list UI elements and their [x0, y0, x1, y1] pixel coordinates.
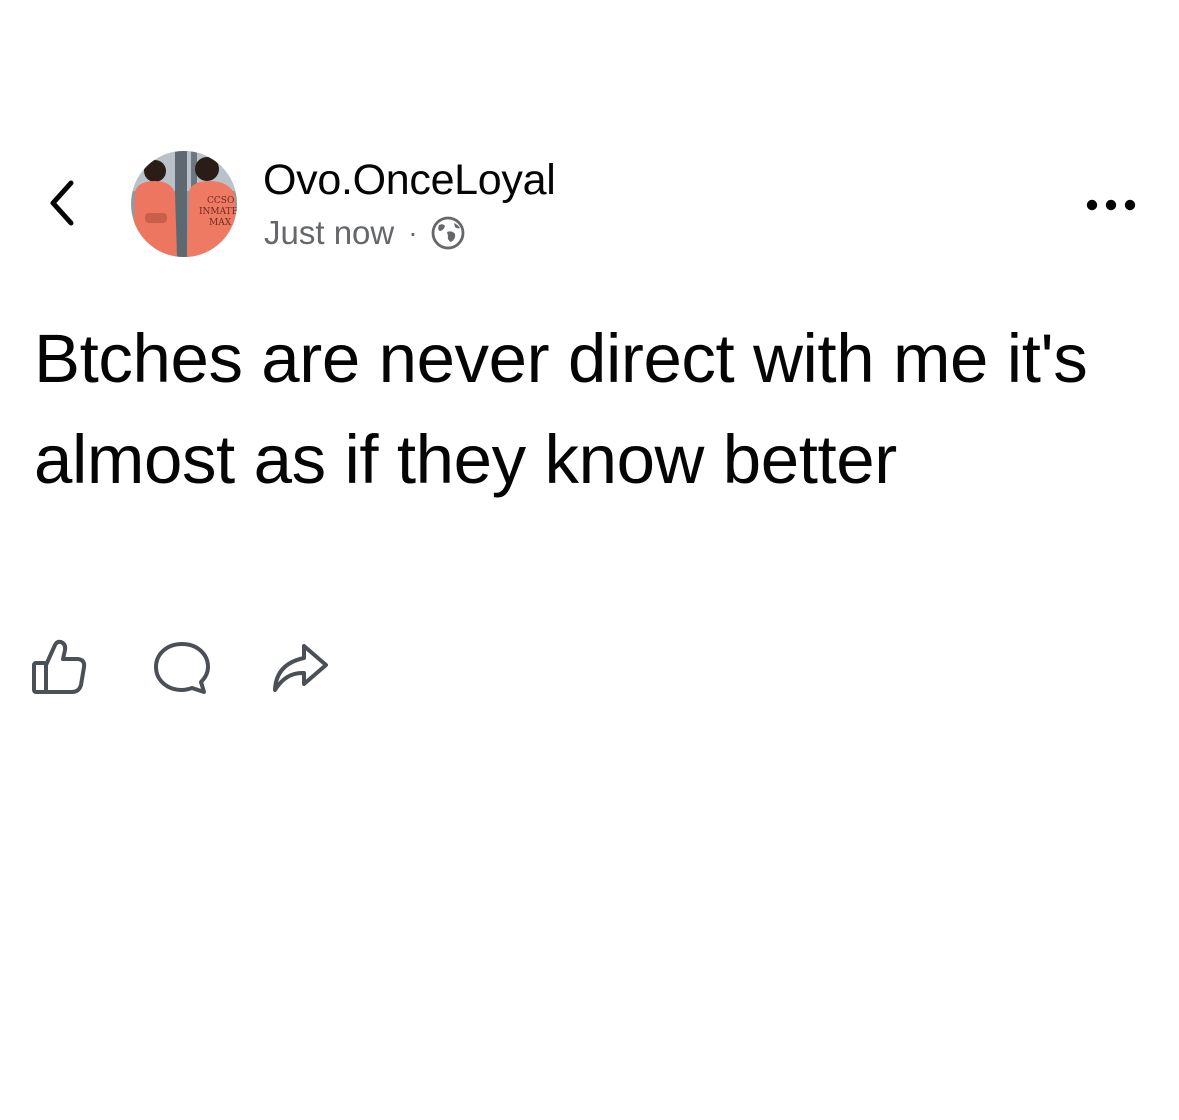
- thumbs-up-icon: [32, 639, 87, 694]
- avatar-image: CCSO INMATE MAX: [131, 151, 237, 257]
- shirt-text-2: INMATE: [199, 207, 237, 217]
- share-arrow-icon: [273, 644, 328, 692]
- post-timestamp[interactable]: Just now: [264, 214, 394, 252]
- shirt-text-1: CCSO: [207, 196, 234, 206]
- shirt-text-3: MAX: [209, 218, 232, 228]
- more-options-button[interactable]: [1080, 190, 1142, 220]
- author-name[interactable]: Ovo.OnceLoyal: [263, 156, 556, 205]
- avatar[interactable]: CCSO INMATE MAX: [131, 151, 237, 257]
- meta-separator: ·: [408, 217, 418, 248]
- comment-button[interactable]: [152, 640, 212, 696]
- globe-icon[interactable]: [430, 215, 466, 251]
- like-button[interactable]: [30, 637, 88, 697]
- chevron-left-icon: [50, 180, 74, 226]
- ellipsis-icon: [1086, 199, 1136, 211]
- post-text: Btches are never direct with me it's alm…: [34, 320, 1088, 498]
- comment-bubble-icon: [154, 642, 210, 694]
- back-button[interactable]: [40, 176, 90, 230]
- share-button[interactable]: [270, 640, 330, 696]
- post-meta: Just now ·: [264, 213, 466, 253]
